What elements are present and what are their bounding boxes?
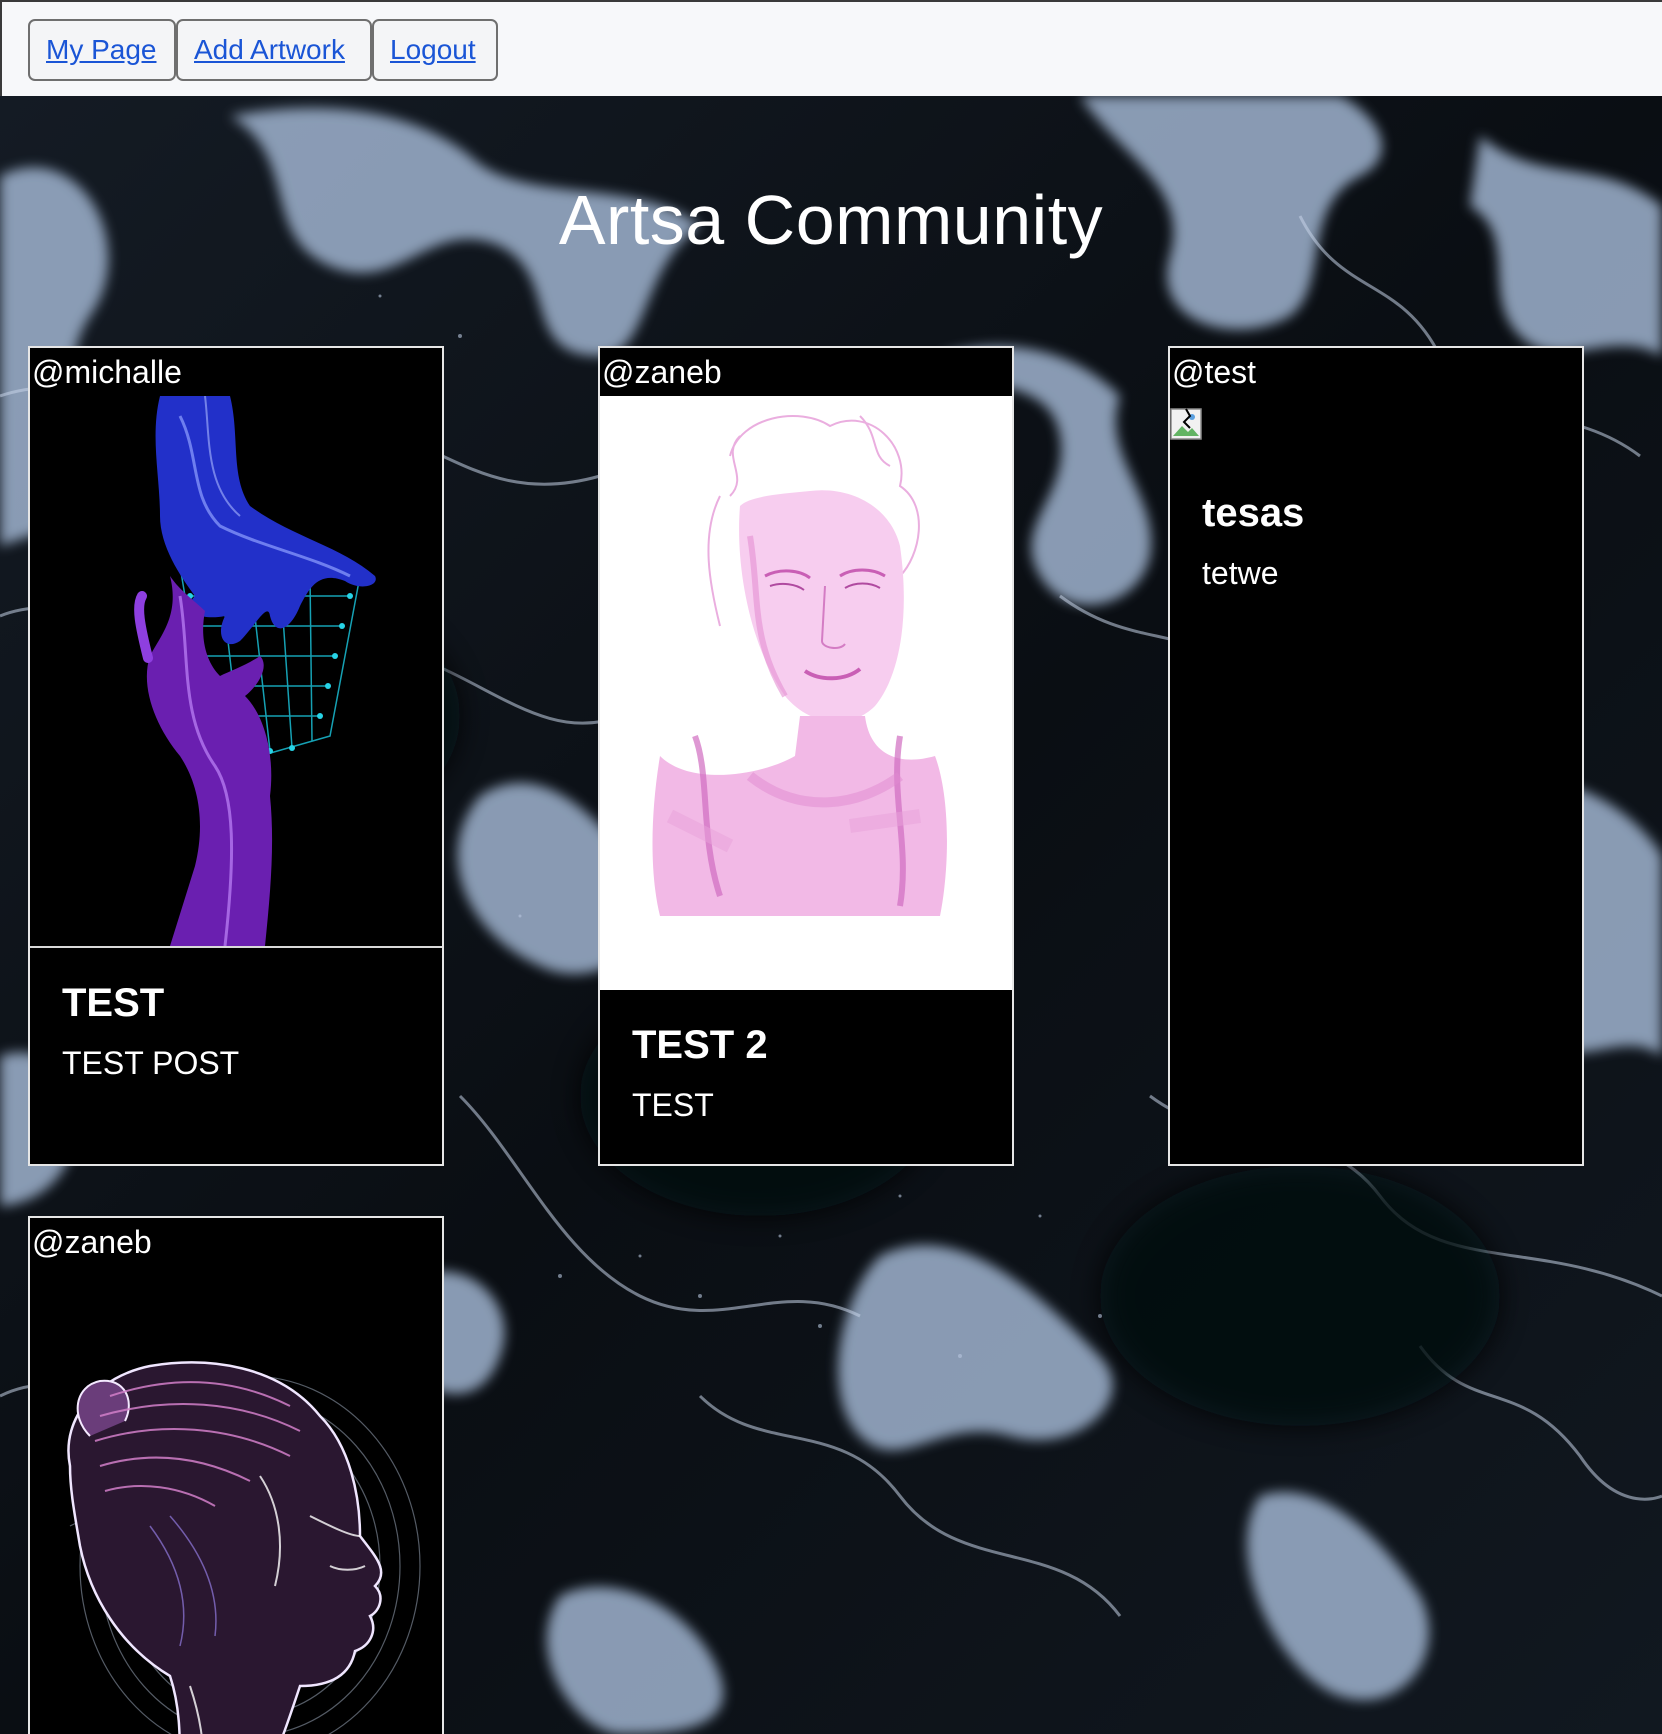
broken-image-icon xyxy=(1170,408,1202,440)
artwork-card[interactable]: @test tesas tetwe xyxy=(1168,346,1584,1166)
artwork-title: tesas xyxy=(1202,491,1305,535)
artwork-description: tetwe xyxy=(1202,555,1279,591)
top-nav: My Page Add Artwork Logout xyxy=(0,0,1662,96)
author-handle[interactable]: @test xyxy=(1170,348,1582,396)
artwork-description: TEST POST xyxy=(62,1045,240,1081)
artwork-image[interactable] xyxy=(30,1266,442,1734)
card-body: tesas tetwe xyxy=(1170,458,1336,624)
artwork-title: TEST xyxy=(62,981,165,1025)
card-body: TEST TEST POST xyxy=(30,948,442,1114)
artwork-card[interactable]: @zaneb xyxy=(28,1216,444,1734)
artwork-card[interactable]: @michalle TEST TEST POST xyxy=(28,346,444,1166)
artwork-image[interactable] xyxy=(30,396,442,948)
add-artwork-button[interactable]: Add Artwork xyxy=(176,19,372,81)
my-page-button[interactable]: My Page xyxy=(28,19,176,81)
artwork-title: TEST 2 xyxy=(632,1023,768,1067)
page-title: Artsa Community xyxy=(558,181,1104,259)
artwork-description: TEST xyxy=(632,1087,714,1123)
artwork-card[interactable]: @zaneb TEST 2 TEST xyxy=(598,346,1014,1166)
card-body: TEST 2 TEST xyxy=(600,990,1012,1156)
artwork-image[interactable] xyxy=(600,396,1012,990)
author-handle[interactable]: @zaneb xyxy=(600,348,1012,396)
author-handle[interactable]: @michalle xyxy=(30,348,442,396)
author-handle[interactable]: @zaneb xyxy=(30,1218,442,1266)
logout-button[interactable]: Logout xyxy=(372,19,498,81)
